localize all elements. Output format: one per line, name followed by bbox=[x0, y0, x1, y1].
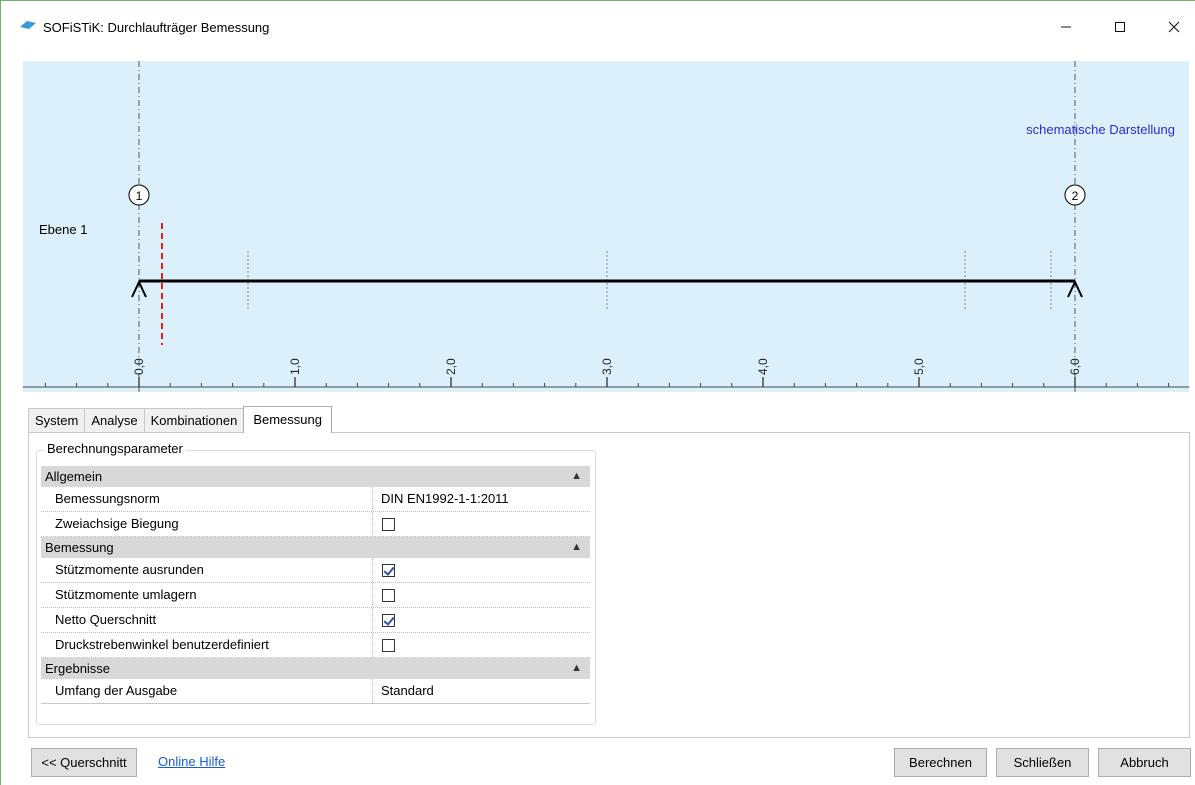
property-row: Stützmomente umlagern bbox=[41, 583, 590, 608]
support-symbol-2 bbox=[1067, 279, 1083, 298]
category-allgemein[interactable]: Allgemein ▲ bbox=[41, 466, 590, 487]
property-row: Netto Querschnitt bbox=[41, 608, 590, 633]
calculate-button[interactable]: Berechnen bbox=[894, 748, 987, 777]
minimize-button[interactable] bbox=[1043, 11, 1089, 43]
property-row: Druckstrebenwinkel benutzerdefiniert bbox=[41, 633, 590, 658]
strut-angle-custom-checkbox[interactable] bbox=[382, 639, 395, 652]
online-help-link[interactable]: Online Hilfe bbox=[158, 754, 225, 769]
support-symbol-1 bbox=[131, 279, 147, 298]
axis-tick-label: 4,0 bbox=[756, 358, 770, 375]
axis-tick-label: 5,0 bbox=[912, 358, 926, 375]
round-support-moments-checkbox[interactable] bbox=[382, 564, 395, 577]
category-label: Allgemein bbox=[45, 469, 103, 484]
support-label-1: 1 bbox=[136, 189, 143, 203]
tab-bemessung[interactable]: Bemessung bbox=[243, 406, 332, 433]
axis-tick-label: 0,0 bbox=[132, 358, 146, 375]
close-button[interactable] bbox=[1151, 11, 1195, 43]
property-value-cell bbox=[372, 583, 590, 607]
property-row: Zweiachsige Biegung bbox=[41, 512, 590, 537]
beam-diagram[interactable]: 1 2 0,0 1,0 2,0 3,0 4,0 5,0 6,0 schematische D… bbox=[23, 61, 1189, 392]
title-bar: SOFiSTiK: Durchlaufträger Bemessung bbox=[1, 1, 1195, 47]
cross-section-button[interactable]: << Querschnitt bbox=[31, 748, 137, 777]
tab-analyse[interactable]: Analyse bbox=[84, 408, 145, 433]
window-title: SOFiSTiK: Durchlaufträger Bemessung bbox=[43, 20, 270, 35]
calculation-parameters-group: Berechnungsparameter Allgemein ▲ Bemessu… bbox=[36, 441, 596, 725]
property-label: Bemessungsnorm bbox=[55, 491, 160, 506]
property-label: Stützmomente umlagern bbox=[55, 587, 197, 602]
close-icon bbox=[1168, 21, 1180, 33]
minimize-icon bbox=[1061, 26, 1071, 28]
property-label: Stützmomente ausrunden bbox=[55, 562, 204, 577]
property-label: Netto Querschnitt bbox=[55, 612, 157, 627]
property-row: Umfang der Ausgabe Standard bbox=[41, 679, 590, 704]
property-row: Stützmomente ausrunden bbox=[41, 558, 590, 583]
collapse-icon[interactable]: ▲ bbox=[571, 658, 582, 679]
tab-system[interactable]: System bbox=[28, 408, 86, 433]
output-scope-value[interactable]: Standard bbox=[372, 679, 590, 703]
property-label: Zweiachsige Biegung bbox=[55, 516, 179, 531]
tab-panel-bemessung: Berechnungsparameter Allgemein ▲ Bemessu… bbox=[28, 432, 1190, 738]
cancel-button[interactable]: Abbruch bbox=[1098, 748, 1191, 777]
net-section-checkbox[interactable] bbox=[382, 614, 395, 627]
property-grid: Allgemein ▲ Bemessungsnorm DIN EN1992-1-… bbox=[41, 466, 590, 704]
axis-tick-label: 6,0 bbox=[1068, 358, 1082, 375]
collapse-icon[interactable]: ▲ bbox=[571, 537, 582, 558]
property-label: Umfang der Ausgabe bbox=[55, 683, 178, 698]
property-label: Druckstrebenwinkel benutzerdefiniert bbox=[55, 637, 269, 652]
category-label: Ergebnisse bbox=[45, 661, 111, 676]
level-label: Ebene 1 bbox=[39, 222, 88, 237]
axis-tick-label: 3,0 bbox=[600, 358, 614, 375]
maximize-button[interactable] bbox=[1097, 11, 1143, 43]
collapse-icon[interactable]: ▲ bbox=[571, 466, 582, 487]
standard-value[interactable]: DIN EN1992-1-1:2011 bbox=[372, 487, 590, 511]
support-label-2: 2 bbox=[1072, 189, 1079, 203]
redistribute-support-moments-checkbox[interactable] bbox=[382, 589, 395, 602]
group-title: Berechnungsparameter bbox=[44, 441, 186, 456]
category-label: Bemessung bbox=[45, 540, 114, 555]
axis-tick-label: 1,0 bbox=[288, 358, 302, 375]
property-value-cell bbox=[372, 512, 590, 536]
tab-kombinationen[interactable]: Kombinationen bbox=[143, 408, 245, 433]
category-ergebnisse[interactable]: Ergebnisse ▲ bbox=[41, 658, 590, 679]
schematic-label: schematische Darstellung bbox=[1026, 122, 1175, 137]
tab-bar: System Analyse Kombinationen Bemessung bbox=[28, 406, 332, 433]
close-dialog-button[interactable]: Schließen bbox=[996, 748, 1089, 777]
sofistik-logo-icon bbox=[20, 21, 36, 29]
main-window: SOFiSTiK: Durchlaufträger Bemessung 1 2 bbox=[0, 0, 1195, 785]
beam-diagram-canvas: 1 2 0,0 1,0 2,0 3,0 4,0 5,0 6,0 bbox=[23, 61, 1189, 392]
category-bemessung[interactable]: Bemessung ▲ bbox=[41, 537, 590, 558]
biaxial-bending-checkbox[interactable] bbox=[382, 518, 395, 531]
property-value-cell bbox=[372, 558, 590, 582]
property-value-cell bbox=[372, 608, 590, 632]
axis-tick-label: 2,0 bbox=[444, 358, 458, 375]
property-row: Bemessungsnorm DIN EN1992-1-1:2011 bbox=[41, 487, 590, 512]
property-value-cell bbox=[372, 633, 590, 657]
maximize-icon bbox=[1115, 22, 1125, 32]
